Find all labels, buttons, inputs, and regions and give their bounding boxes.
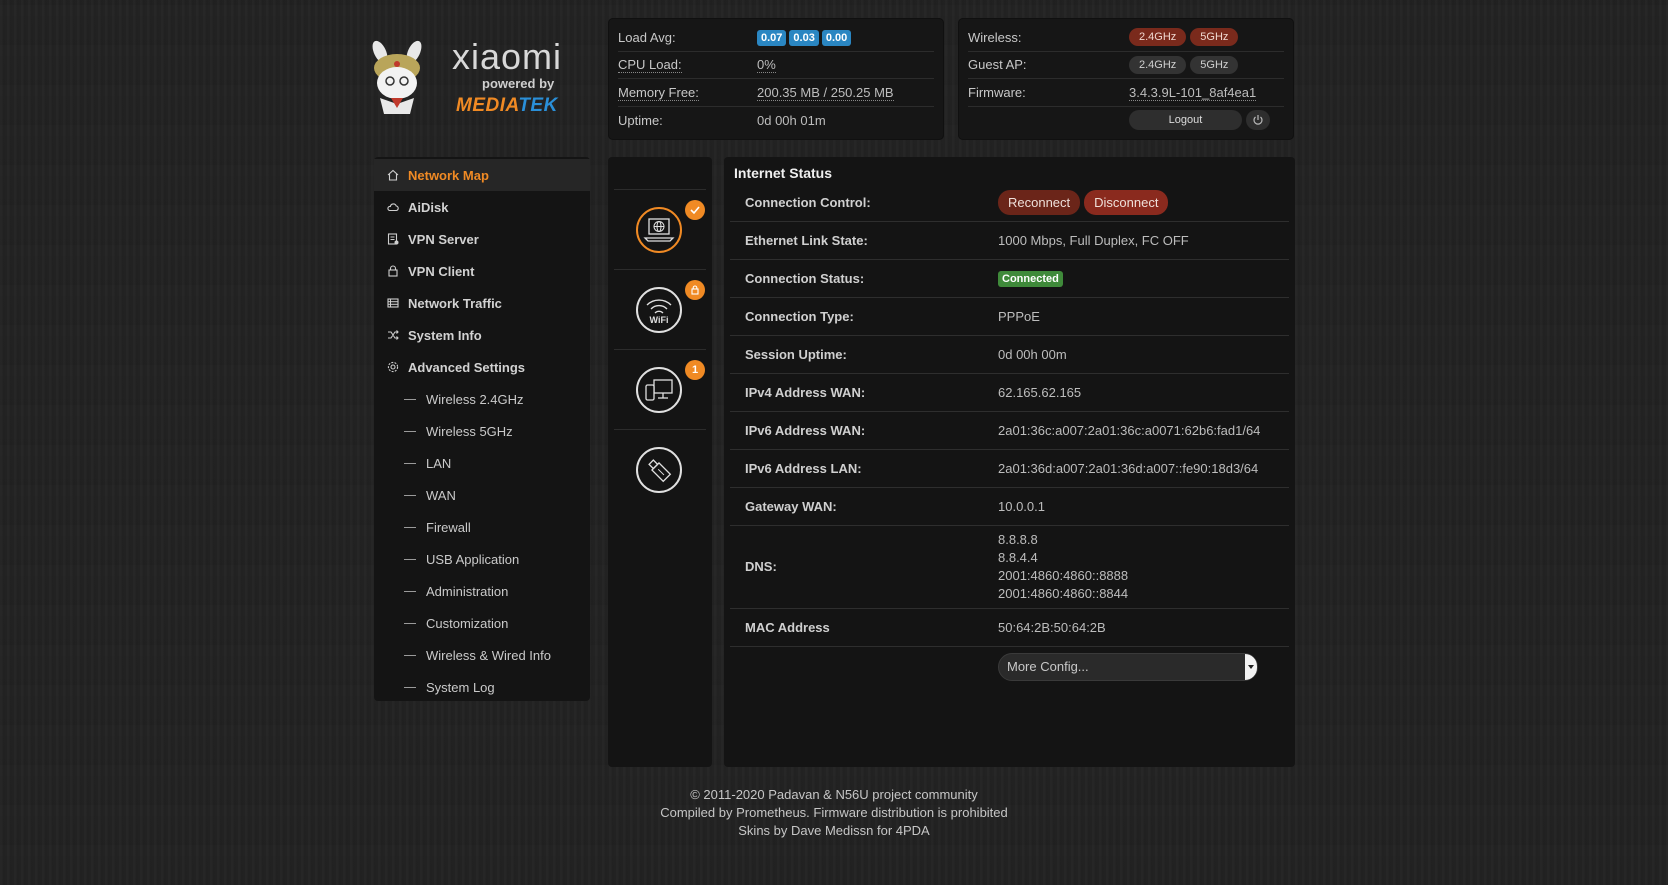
dns-server: 8.8.8.8	[998, 532, 1038, 547]
sidebar-sub-lan[interactable]: LAN	[374, 447, 590, 479]
table-row: MAC Address 50:64:2B:50:64:2B	[730, 608, 1289, 646]
reconnect-button[interactable]: Reconnect	[998, 189, 1081, 215]
table-row: Connection Type: PPPoE	[730, 297, 1289, 335]
xiaomi-mediatek-logo: xiaomi powered by MEDIATEK	[372, 36, 584, 118]
svg-text:WiFi: WiFi	[650, 315, 669, 325]
clients-icon	[645, 379, 673, 401]
sidebar-sub-administration[interactable]: Administration	[374, 575, 590, 607]
dns-server: 8.8.4.4	[998, 550, 1038, 565]
guest-ap-row: Guest AP: 2.4GHz 5GHz	[968, 52, 1284, 79]
sidebar-item-network-map[interactable]: Network Map	[374, 159, 590, 191]
firmware-row: Firmware: 3.4.3.9L-101_8af4ea1	[968, 79, 1284, 107]
table-row: Connection Control: Reconnect Disconnect	[730, 183, 1289, 221]
wireless-5ghz-pill[interactable]: 5GHz	[1190, 28, 1239, 47]
memory-free-value[interactable]: 200.35 MB / 250.25 MB	[757, 84, 894, 101]
table-row: Connection Status: Connected	[730, 259, 1289, 297]
internet-status-panel: Internet Status Connection Control: Reco…	[724, 157, 1295, 767]
sidebar-sub-wan[interactable]: WAN	[374, 479, 590, 511]
uptime-value: 0d 00h 01m	[757, 112, 826, 128]
footer-copyright: © 2011-2020 Padavan & N56U project commu…	[690, 787, 978, 802]
more-config-select[interactable]: More Config...	[998, 652, 1258, 681]
dns-row: DNS: 8.8.8.8 8.8.4.4 2001:4860:4860::888…	[730, 525, 1289, 608]
memory-free-row: Memory Free: 200.35 MB / 250.25 MB	[618, 79, 934, 107]
clients-status-tile[interactable]: 1	[614, 349, 706, 429]
network-map-icons: WiFi 1	[608, 157, 712, 767]
footer-skins: Skins by Dave Medissn for 4PDA	[738, 823, 930, 838]
load-avg-5: 0.03	[789, 29, 819, 46]
sidebar-item-aidisk[interactable]: AiDisk	[374, 191, 590, 223]
page-title: Internet Status	[734, 165, 833, 181]
table-row: Session Uptime: 0d 00h 00m	[730, 335, 1289, 373]
memory-free-link[interactable]: Memory Free:	[618, 84, 699, 101]
clients-count-badge: 1	[685, 360, 705, 380]
dns-server: 2001:4860:4860::8888	[998, 568, 1129, 583]
sidebar-sub-system-log[interactable]: System Log	[374, 671, 590, 703]
footer: © 2011-2020 Padavan & N56U project commu…	[0, 786, 1668, 840]
shuffle-icon	[388, 330, 399, 340]
uptime-row: Uptime: 0d 00h 01m	[618, 112, 826, 128]
disconnect-button[interactable]: Disconnect	[1084, 189, 1169, 215]
powered-by-text: powered by	[482, 76, 555, 91]
sidebar-sub-wireless-wired-info[interactable]: Wireless & Wired Info	[374, 639, 590, 671]
table-row: Gateway WAN: 10.0.0.1	[730, 487, 1289, 525]
sidebar-sub-firewall[interactable]: Firewall	[374, 511, 590, 543]
mediatek-wordmark: MEDIATEK	[456, 95, 558, 116]
power-button[interactable]	[1246, 110, 1270, 131]
chevron-down-icon	[1245, 653, 1257, 680]
dns-server: 2001:4860:4860::8844	[998, 586, 1129, 601]
sidebar-sub-wireless-24[interactable]: Wireless 2.4GHz	[374, 383, 590, 415]
lock-icon	[691, 285, 699, 295]
usb-status-tile[interactable]	[614, 429, 706, 509]
sidebar-sub-wireless-5[interactable]: Wireless 5GHz	[374, 415, 590, 447]
status-table: Connection Control: Reconnect Disconnect …	[730, 183, 1289, 686]
sidebar-nav: Network Map AiDisk VPN Server VPN Client…	[374, 157, 590, 701]
wireless-status-panel: Wireless: 2.4GHz 5GHz Guest AP: 2.4GHz 5GH…	[958, 18, 1294, 140]
list-icon	[387, 298, 399, 308]
wifi-icon: WiFi	[646, 299, 672, 325]
table-row: IPv6 Address LAN: 2a01:36d:a007:2a01:36d…	[730, 449, 1289, 487]
document-icon	[387, 233, 399, 245]
system-status-panel: Load Avg: 0.07 0.03 0.00 CPU Load: 0% Memo…	[608, 18, 944, 140]
sidebar-sub-usb-application[interactable]: USB Application	[374, 543, 590, 575]
lock-icon	[388, 265, 398, 277]
check-icon	[690, 206, 700, 215]
logout-button[interactable]: Logout	[1129, 110, 1242, 131]
brand-name: xiaomi	[452, 36, 563, 77]
home-icon	[387, 169, 399, 181]
sidebar-sub-customization[interactable]: Customization	[374, 607, 590, 639]
guest-24ghz-pill[interactable]: 2.4GHz	[1129, 55, 1187, 74]
cpu-load-row: CPU Load: 0%	[618, 52, 934, 79]
sidebar-item-system-info[interactable]: System Info	[374, 319, 590, 351]
internet-ok-indicator	[685, 200, 705, 220]
internet-status-tile[interactable]	[614, 189, 706, 269]
firmware-link[interactable]: 3.4.3.9L-101_8af4ea1	[1129, 84, 1257, 101]
table-row: IPv6 Address WAN: 2a01:36c:a007:2a01:36c…	[730, 411, 1289, 449]
mi-bunny-logo-icon	[372, 40, 422, 114]
power-icon	[1253, 115, 1263, 125]
guest-5ghz-pill[interactable]: 5GHz	[1190, 55, 1239, 74]
load-avg-1: 0.07	[757, 29, 787, 46]
usb-icon	[648, 459, 672, 483]
wifi-lock-indicator	[685, 280, 705, 300]
cloud-icon	[387, 203, 399, 212]
wireless-row: Wireless: 2.4GHz 5GHz	[968, 24, 1284, 52]
footer-compiled: Compiled by Prometheus. Firmware distrib…	[660, 805, 1008, 820]
wireless-24ghz-pill[interactable]: 2.4GHz	[1129, 28, 1187, 47]
table-row: IPv4 Address WAN: 62.165.62.165	[730, 373, 1289, 411]
load-avg-15: 0.00	[821, 29, 852, 46]
sidebar-item-vpn-server[interactable]: VPN Server	[374, 223, 590, 255]
more-config-row: More Config...	[730, 646, 1289, 686]
sidebar-item-vpn-client[interactable]: VPN Client	[374, 255, 590, 287]
wifi-status-tile[interactable]: WiFi	[614, 269, 706, 349]
sidebar-item-advanced-settings[interactable]: Advanced Settings	[374, 351, 590, 383]
cpu-load-value[interactable]: 0%	[757, 57, 776, 74]
load-avg-row: Load Avg: 0.07 0.03 0.00	[618, 24, 934, 52]
cpu-load-link[interactable]: CPU Load:	[618, 57, 682, 74]
table-row: Ethernet Link State: 1000 Mbps, Full Dup…	[730, 221, 1289, 259]
logout-row: Logout	[968, 107, 1284, 135]
gear-icon	[387, 361, 399, 373]
status-badge: Connected	[998, 271, 1063, 287]
sidebar-item-network-traffic[interactable]: Network Traffic	[374, 287, 590, 319]
internet-icon	[643, 218, 675, 242]
